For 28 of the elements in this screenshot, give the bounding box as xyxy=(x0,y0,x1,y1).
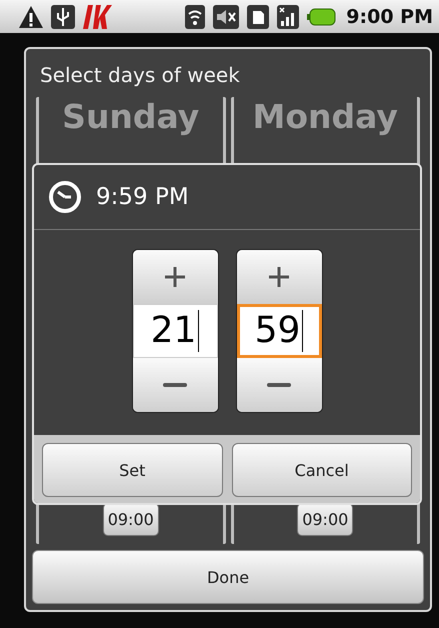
day-name: Sunday xyxy=(62,97,200,136)
minus-icon xyxy=(267,381,291,389)
logo-icon xyxy=(82,4,112,30)
time-title: 9:59 PM xyxy=(96,184,189,210)
clock-icon xyxy=(48,180,82,214)
signal-icon xyxy=(276,4,300,30)
minus-icon xyxy=(163,381,187,389)
increment-button[interactable] xyxy=(132,250,218,304)
number-field[interactable]: 59 xyxy=(236,304,322,358)
dialog-title: Select days of week xyxy=(39,62,241,89)
decrement-button[interactable] xyxy=(236,358,322,412)
plus-icon xyxy=(163,265,187,289)
plus-icon xyxy=(267,265,291,289)
time-button[interactable]: 09:00 xyxy=(102,503,159,536)
increment-button[interactable] xyxy=(236,250,322,304)
dialog-button[interactable]: Cancel xyxy=(232,443,412,497)
sd-card-icon xyxy=(246,4,270,30)
dialog-button[interactable]: Set xyxy=(42,443,222,497)
muted-speaker-icon xyxy=(212,4,240,30)
wifi-icon xyxy=(184,4,206,30)
day-name: Monday xyxy=(252,97,398,136)
status-time: 9:00 PM xyxy=(346,6,433,28)
number-field[interactable]: 21 xyxy=(132,304,218,358)
done-button[interactable]: Done xyxy=(32,550,424,604)
usb-icon xyxy=(50,4,76,30)
time-button[interactable]: 09:00 xyxy=(297,503,354,536)
warning-icon xyxy=(18,4,44,30)
decrement-button[interactable] xyxy=(132,358,218,412)
